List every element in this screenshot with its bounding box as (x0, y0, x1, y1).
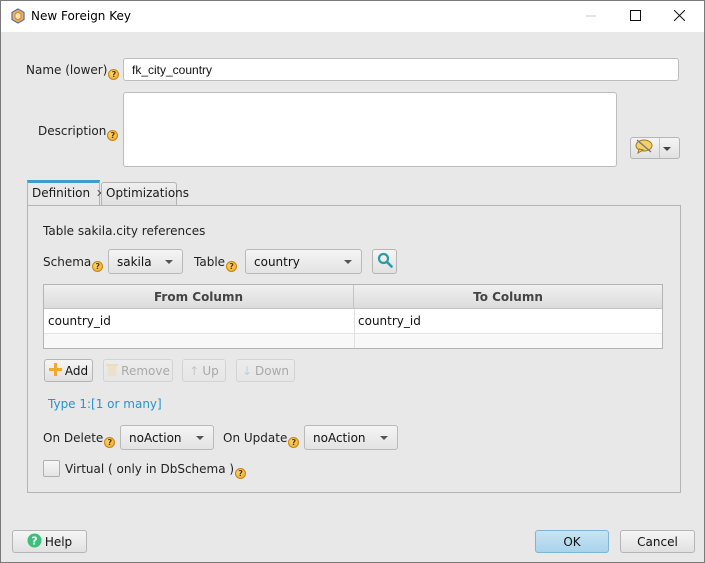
schema-label: Schema? (43, 255, 104, 272)
chevron-down-icon (380, 436, 388, 440)
help-icon[interactable]: ? (288, 437, 300, 448)
help-icon[interactable]: ? (92, 261, 104, 272)
chevron-down-icon (165, 260, 173, 264)
arrow-up-icon: ↑ (189, 363, 200, 378)
remove-button-label: Remove (121, 363, 170, 378)
virtual-checkbox[interactable] (43, 460, 60, 477)
on-delete-select[interactable]: noAction (120, 425, 214, 450)
add-button-label: Add (64, 363, 89, 378)
title-bar: New Foreign Key (1, 1, 704, 32)
virtual-label[interactable]: Virtual ( only in DbSchema )? (65, 462, 247, 479)
references-text: Table sakila.city references (43, 224, 206, 238)
column-header-to[interactable]: To Column (354, 285, 662, 309)
table-select-value: country (254, 255, 300, 269)
cube-icon (10, 8, 26, 24)
relation-type-link[interactable]: Type 1:[1 or many] (48, 397, 162, 411)
table-row[interactable] (44, 334, 662, 348)
comment-split-button[interactable] (630, 137, 680, 159)
description-label-text: Description (38, 124, 107, 138)
help-icon[interactable]: ? (226, 261, 238, 272)
maximize-icon (629, 9, 641, 24)
tab-definition-label: Definition (32, 186, 91, 200)
virtual-label-text: Virtual ( only in DbSchema ) (65, 462, 235, 476)
cancel-button[interactable]: Cancel (620, 530, 695, 553)
minimize-icon (586, 10, 596, 24)
up-button[interactable]: ↑ Up (182, 359, 226, 382)
on-delete-label: On Delete? (43, 431, 116, 448)
help-icon[interactable]: ? (235, 468, 247, 479)
remove-button[interactable]: Remove (103, 359, 173, 382)
add-button[interactable]: Add (44, 359, 93, 382)
dropdown-arrow-icon[interactable] (663, 147, 671, 151)
help-button[interactable]: ? Help (12, 530, 87, 553)
on-update-label-text: On Update (223, 431, 288, 445)
ok-button[interactable]: OK (535, 530, 609, 553)
arrow-down-icon: ↓ (241, 363, 253, 378)
help-button-label: Help (44, 534, 73, 549)
help-icon[interactable]: ? (104, 437, 116, 448)
on-delete-label-text: On Delete (43, 431, 104, 445)
help-icon[interactable]: ? (108, 69, 120, 80)
table-select[interactable]: country (245, 249, 362, 274)
help-icon[interactable]: ? (107, 130, 119, 141)
chevron-down-icon (196, 436, 204, 440)
down-button[interactable]: ↓ Down (236, 359, 295, 382)
on-update-select[interactable]: noAction (304, 425, 398, 450)
description-textarea[interactable] (123, 92, 617, 167)
up-button-label: Up (202, 363, 219, 378)
column-divider (354, 309, 355, 348)
name-input[interactable] (123, 58, 679, 81)
to-column-cell[interactable]: country_id (354, 309, 662, 333)
schema-label-text: Schema (43, 255, 92, 269)
search-table-button[interactable] (372, 249, 397, 274)
tab-definition[interactable]: Definition ✕ (27, 180, 105, 207)
table-label: Table? (194, 255, 238, 272)
columns-table: From Column To Column country_id country… (43, 284, 663, 349)
name-label: Name (lower)? (26, 63, 120, 80)
chevron-down-icon (344, 260, 352, 264)
dialog-window: New Foreign Key Name (lower)? Descriptio… (0, 0, 705, 563)
on-update-value: noAction (313, 431, 366, 445)
maximize-button[interactable] (613, 1, 657, 32)
comment-disabled-icon (635, 139, 653, 157)
minimize-button[interactable] (569, 1, 613, 32)
tab-optimizations-label: Optimizations (106, 186, 190, 200)
name-label-text: Name (lower) (26, 63, 108, 77)
tab-optimizations[interactable]: Optimizations (101, 182, 189, 205)
window-title: New Foreign Key (31, 9, 131, 23)
trash-icon (106, 363, 119, 379)
plus-icon (48, 362, 62, 379)
split-divider (659, 138, 660, 158)
from-column-cell[interactable]: country_id (44, 309, 354, 333)
help-circle-icon: ? (27, 533, 42, 551)
close-button[interactable] (657, 1, 701, 32)
close-icon (673, 9, 685, 24)
svg-text:?: ? (31, 534, 37, 547)
schema-select-value: sakila (117, 255, 152, 269)
on-delete-value: noAction (129, 431, 182, 445)
description-label: Description? (38, 124, 119, 141)
schema-select[interactable]: sakila (108, 249, 183, 274)
search-icon (377, 252, 393, 271)
down-button-label: Down (255, 363, 290, 378)
on-update-label: On Update? (223, 431, 300, 448)
table-label-text: Table (194, 255, 226, 269)
column-header-from[interactable]: From Column (44, 285, 354, 309)
